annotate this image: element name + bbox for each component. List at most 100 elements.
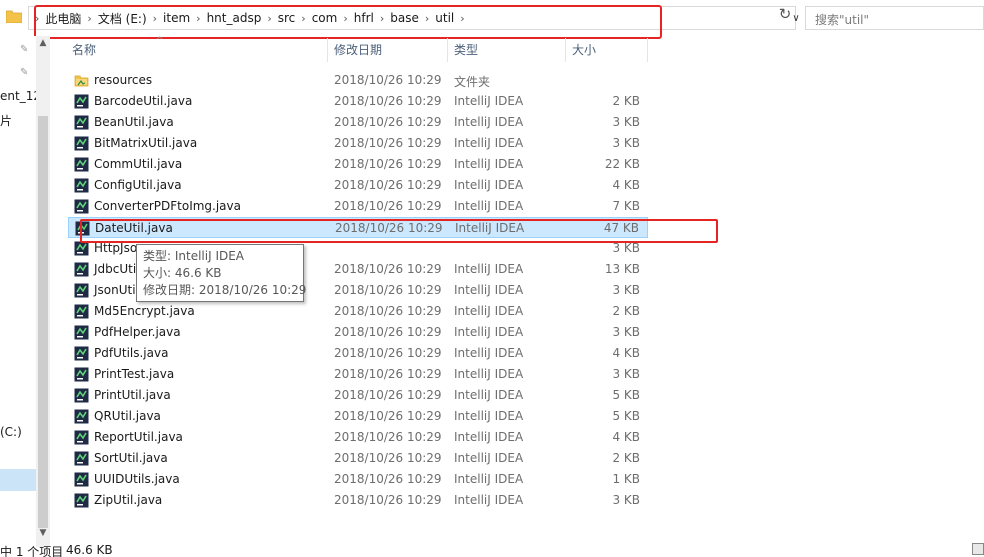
refresh-icon[interactable]: ↻ <box>776 6 794 24</box>
column-size[interactable]: 大小 <box>566 38 648 62</box>
file-name: ConfigUtil.java <box>94 178 182 192</box>
file-tooltip: 类型: IntelliJ IDEA 大小: 46.6 KB 修改日期: 2018… <box>136 244 307 302</box>
intellij-file-icon <box>74 178 89 193</box>
column-name[interactable]: 名称 <box>66 29 328 62</box>
file-type: IntelliJ IDEA <box>454 346 524 360</box>
table-row[interactable]: PrintUtil.java 2018/10/26 10:29 IntelliJ I… <box>68 385 648 406</box>
nav-item-selected[interactable] <box>0 469 36 491</box>
file-type: IntelliJ IDEA <box>454 283 524 297</box>
file-size: 3 KB <box>612 283 640 297</box>
view-toggle-icon[interactable] <box>972 543 984 555</box>
address-toolbar: › 此电脑 › 文档 (E:) › item › hnt_adsp › src › com › hfrl ›… <box>0 0 984 39</box>
tooltip-size: 大小: 46.6 KB <box>143 266 222 280</box>
table-row[interactable]: BarcodeUtil.java 2018/10/26 10:29 IntelliJ… <box>68 91 648 112</box>
table-row[interactable]: Md5Encrypt.java 2018/10/26 10:29 IntelliJ … <box>68 301 648 322</box>
file-date: 2018/10/26 10:29 <box>334 178 442 192</box>
table-row[interactable]: ZipUtil.java 2018/10/26 10:29 IntelliJ IDE… <box>68 490 648 511</box>
intellij-file-icon <box>74 262 89 277</box>
file-type: IntelliJ IDEA <box>454 94 524 108</box>
nav-item[interactable]: ent_12 <box>0 89 41 103</box>
intellij-file-icon <box>74 136 89 151</box>
file-type: IntelliJ IDEA <box>454 325 524 339</box>
file-date: 2018/10/26 10:29 <box>334 493 442 507</box>
file-size: 4 KB <box>612 178 640 192</box>
file-size: 5 KB <box>612 388 640 402</box>
status-size: 46.6 KB <box>66 543 113 557</box>
nav-item[interactable]: (C:) <box>0 425 22 439</box>
table-row[interactable]: ConfigUtil.java 2018/10/26 10:29 IntelliJ … <box>68 175 648 196</box>
table-row[interactable]: PdfHelper.java 2018/10/26 10:29 IntelliJ I… <box>68 322 648 343</box>
table-row[interactable]: ConverterPDFtoImg.java 2018/10/26 10:29 In… <box>68 196 648 217</box>
file-name: BitMatrixUtil.java <box>94 136 198 150</box>
tooltip-date: 修改日期: 2018/10/26 10:29 <box>143 283 307 297</box>
file-size: 3 KB <box>612 325 640 339</box>
table-row[interactable]: PdfUtils.java 2018/10/26 10:29 IntelliJ ID… <box>68 343 648 364</box>
file-date: 2018/10/26 10:29 <box>334 73 442 87</box>
file-size: 3 KB <box>612 241 640 255</box>
file-date: 2018/10/26 10:29 <box>334 325 442 339</box>
navigation-pane: ✎ ✎ ent_12 片 (C:) ▲ ▼ <box>0 36 50 557</box>
file-name: BarcodeUtil.java <box>94 94 193 108</box>
file-type: IntelliJ IDEA <box>454 430 524 444</box>
file-size: 1 KB <box>612 472 640 486</box>
pin-icon[interactable]: ✎ <box>20 67 32 79</box>
intellij-file-icon <box>74 241 89 256</box>
scroll-down-icon[interactable]: ▼ <box>38 528 48 538</box>
file-size: 2 KB <box>612 451 640 465</box>
file-type: IntelliJ IDEA <box>454 493 524 507</box>
file-size: 3 KB <box>612 136 640 150</box>
intellij-file-icon <box>74 325 89 340</box>
annotation-box-row <box>80 219 718 243</box>
file-date: 2018/10/26 10:29 <box>334 115 442 129</box>
file-type: IntelliJ IDEA <box>454 367 524 381</box>
nav-item[interactable]: 片 <box>0 112 12 129</box>
table-row[interactable]: ReportUtil.java 2018/10/26 10:29 IntelliJ … <box>68 427 648 448</box>
status-bar: 中 1 个项目 46.6 KB <box>0 541 984 557</box>
file-date: 2018/10/26 10:29 <box>334 304 442 318</box>
file-name: SortUtil.java <box>94 451 168 465</box>
file-name: Md5Encrypt.java <box>94 304 195 318</box>
file-date: 2018/10/26 10:29 <box>334 346 442 360</box>
annotation-box-address <box>34 5 662 39</box>
file-type: IntelliJ IDEA <box>454 115 524 129</box>
table-row[interactable]: UUIDUtils.java 2018/10/26 10:29 IntelliJ I… <box>68 469 648 490</box>
intellij-file-icon <box>74 346 89 361</box>
table-row[interactable]: BitMatrixUtil.java 2018/10/26 10:29 Intell… <box>68 133 648 154</box>
intellij-file-icon <box>74 451 89 466</box>
intellij-file-icon <box>74 283 89 298</box>
file-type: IntelliJ IDEA <box>454 136 524 150</box>
file-name: UUIDUtils.java <box>94 472 180 486</box>
column-type[interactable]: 类型 <box>448 38 566 62</box>
table-row[interactable]: CommUtil.java 2018/10/26 10:29 IntelliJ ID… <box>68 154 648 175</box>
file-date: 2018/10/26 10:29 <box>334 451 442 465</box>
file-date: 2018/10/26 10:29 <box>334 136 442 150</box>
folder-icon <box>74 73 89 88</box>
intellij-file-icon <box>74 115 89 130</box>
file-name: HttpJso <box>94 241 138 255</box>
file-size: 13 KB <box>604 262 640 276</box>
table-row[interactable]: PrintTest.java 2018/10/26 10:29 IntelliJ I… <box>68 364 648 385</box>
folder-icon <box>6 10 22 23</box>
file-type: IntelliJ IDEA <box>454 199 524 213</box>
intellij-file-icon <box>74 409 89 424</box>
file-type: IntelliJ IDEA <box>454 157 524 171</box>
file-type: IntelliJ IDEA <box>454 388 524 402</box>
intellij-file-icon <box>74 367 89 382</box>
file-size: 2 KB <box>612 94 640 108</box>
table-row[interactable]: BeanUtil.java 2018/10/26 10:29 IntelliJ ID… <box>68 112 648 133</box>
table-row[interactable]: SortUtil.java 2018/10/26 10:29 IntelliJ ID… <box>68 448 648 469</box>
file-name: CommUtil.java <box>94 157 183 171</box>
pin-icon[interactable]: ✎ <box>20 44 32 56</box>
column-date[interactable]: 修改日期 <box>328 38 448 62</box>
file-type: IntelliJ IDEA <box>454 178 524 192</box>
scroll-up-icon[interactable]: ▲ <box>38 38 48 48</box>
intellij-file-icon <box>74 304 89 319</box>
file-date: 2018/10/26 10:29 <box>334 472 442 486</box>
table-row[interactable]: QRUtil.java 2018/10/26 10:29 IntelliJ IDEA… <box>68 406 648 427</box>
intellij-file-icon <box>74 157 89 172</box>
file-name: BeanUtil.java <box>94 115 174 129</box>
search-input[interactable]: 搜索"util" <box>805 6 984 30</box>
file-explorer-window: › 此电脑 › 文档 (E:) › item › hnt_adsp › src › com › hfrl ›… <box>0 0 984 557</box>
table-row[interactable]: resources 2018/10/26 10:29 文件夹 <box>68 70 648 91</box>
nav-scrollbar-thumb[interactable] <box>38 116 48 528</box>
